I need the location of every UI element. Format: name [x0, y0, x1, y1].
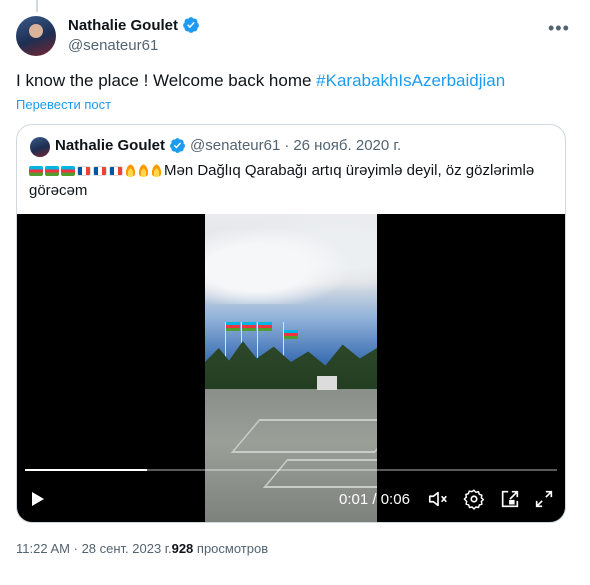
azerbaijan-flag-icon — [29, 166, 43, 176]
clouds — [205, 214, 377, 304]
fullscreen-icon[interactable] — [533, 488, 555, 510]
quoted-header: Nathalie Goulet @senateur61 · 26 нояб. 2… — [55, 137, 401, 154]
author-handle[interactable]: @senateur61 — [68, 37, 158, 54]
quoted-text: Mən Dağlıq Qarabağı artıq ürəyimlə deyil… — [29, 161, 549, 201]
france-flag-icon — [93, 166, 107, 176]
duration: 0:06 — [380, 491, 410, 508]
mute-icon[interactable] — [427, 488, 449, 510]
settings-icon[interactable] — [463, 488, 485, 510]
quoted-avatar — [30, 137, 50, 157]
azerbaijan-flag-icon — [45, 166, 59, 176]
azerbaijan-flag-icon — [61, 166, 75, 176]
avatar[interactable] — [16, 16, 56, 56]
dot-separator: · — [73, 541, 78, 556]
video-progress-bar[interactable] — [25, 469, 557, 471]
author-name[interactable]: Nathalie Goulet — [68, 17, 178, 34]
fire-icon — [138, 163, 149, 177]
monument — [317, 376, 337, 390]
more-options-icon[interactable]: ••• — [548, 18, 570, 39]
quoted-author-name: Nathalie Goulet — [55, 137, 166, 154]
fire-icon — [125, 163, 136, 177]
verified-badge-icon — [183, 17, 199, 33]
azerbaijan-flag-icon — [226, 322, 240, 331]
author-header: Nathalie Goulet — [68, 16, 200, 34]
time-divider: / — [368, 491, 381, 508]
quoted-date: 26 нояб. 2020 г. — [293, 137, 402, 154]
video-player[interactable]: 0:01 / 0:06 — [17, 214, 565, 522]
fire-icon — [151, 163, 162, 177]
video-progress-fill — [25, 469, 148, 471]
hashtag-link[interactable]: #KarabakhIsAzerbaidjian — [316, 71, 505, 90]
verified-badge-icon — [170, 138, 186, 153]
video-time: 0:01 / 0:06 — [339, 491, 410, 508]
azerbaijan-flag-icon — [284, 330, 298, 339]
tweet-body: I know the place ! Welcome back home — [16, 71, 317, 90]
post-time[interactable]: 11:22 AM — [16, 541, 70, 556]
current-time: 0:01 — [339, 491, 369, 508]
france-flag-icon — [77, 166, 91, 176]
dot-separator: · — [284, 137, 290, 154]
play-icon[interactable] — [31, 491, 45, 507]
post-date[interactable]: 28 сент. 2023 г. — [82, 541, 172, 556]
thread-connector-line — [36, 0, 38, 12]
france-flag-icon — [109, 166, 123, 176]
views-label: просмотров — [193, 541, 269, 556]
views-count: 928 — [171, 541, 194, 556]
tweet-text: I know the place ! Welcome back home #Ka… — [16, 71, 505, 91]
translate-post-link[interactable]: Перевести пост — [16, 97, 111, 112]
video-frame — [205, 214, 377, 522]
azerbaijan-flag-icon — [242, 322, 256, 331]
quoted-handle: @senateur61 — [190, 137, 281, 154]
tweet-meta: 11:22 AM · 28 сент. 2023 г.928 просмотро… — [16, 541, 268, 556]
azerbaijan-flag-icon — [258, 322, 272, 331]
picture-in-picture-icon[interactable] — [499, 488, 521, 510]
quoted-tweet-card[interactable]: Nathalie Goulet @senateur61 · 26 нояб. 2… — [16, 124, 566, 523]
